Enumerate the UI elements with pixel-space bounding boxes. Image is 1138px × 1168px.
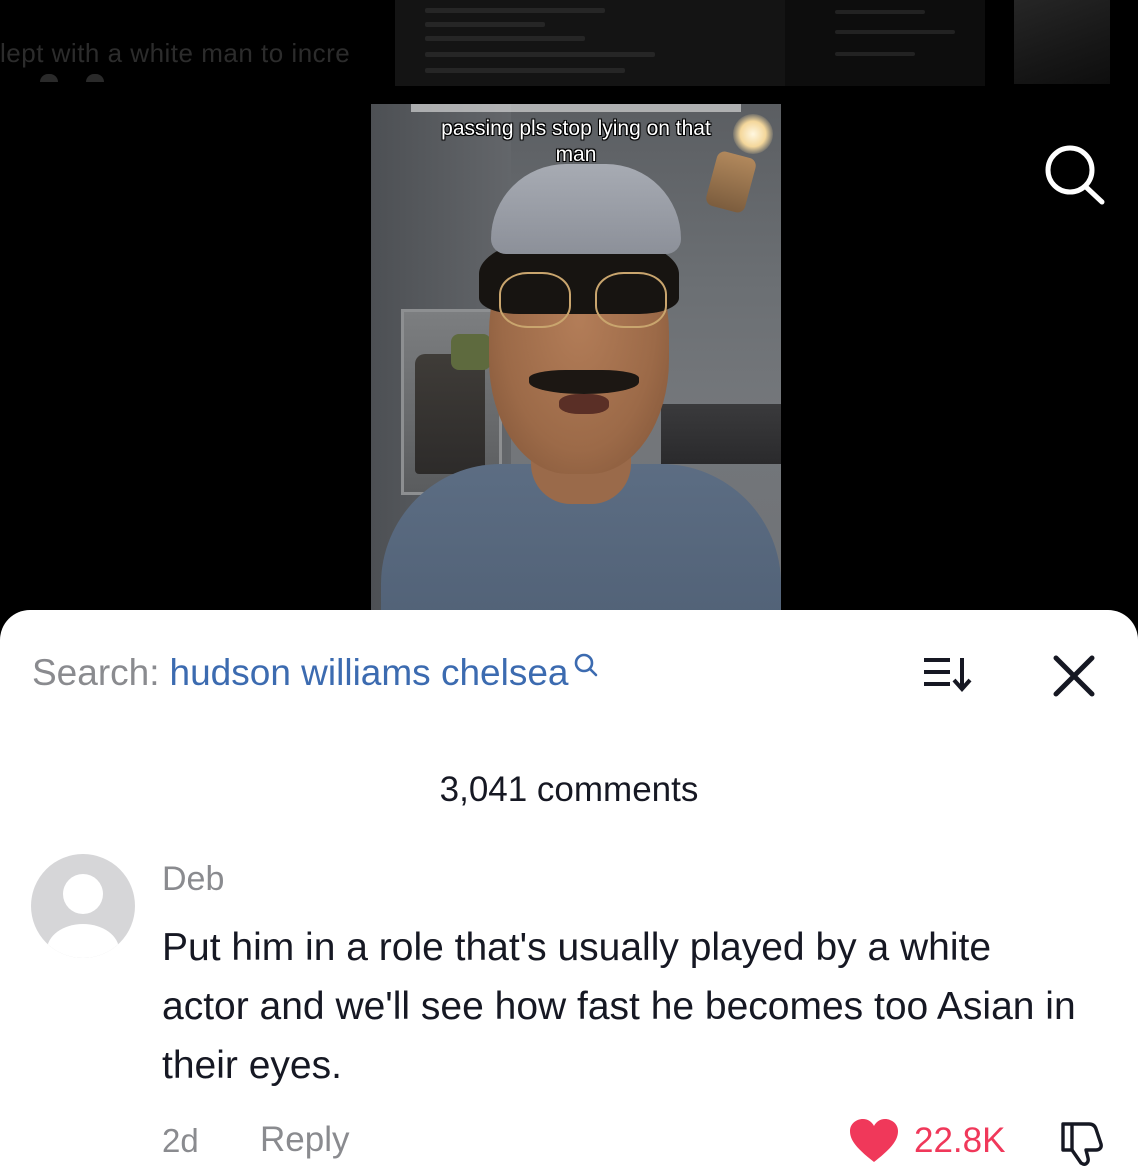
comments-sheet: Search: hudson williams chelsea 3,041 co… [0,610,1138,1168]
default-avatar-icon[interactable] [31,854,135,958]
close-icon[interactable] [1048,650,1100,702]
screen: lept with a white man to incre passing p… [0,0,1138,1168]
comment-search-bar[interactable]: Search: hudson williams chelsea [32,652,599,694]
search-term-link[interactable]: hudson williams chelsea [170,652,569,694]
video-player[interactable]: passing pls stop lying on that man [371,104,781,610]
background-post-caption: lept with a white man to incre [0,38,351,68]
video-caption: passing pls stop lying on that man [371,104,781,168]
video-caption-line-2: man [555,143,597,166]
video-person-glasses [499,272,669,328]
search-icon[interactable] [1038,140,1110,212]
like-button[interactable]: 22.8K [848,1118,1005,1164]
video-caption-line-1: passing pls stop lying on that [441,117,711,140]
thumbs-down-icon[interactable] [1057,1118,1107,1168]
background-post-panel-secondary [785,0,985,86]
sort-icon[interactable] [920,654,976,694]
background-post-thumbnail [1014,0,1110,84]
comment-timestamp: 2d [162,1122,199,1159]
search-icon[interactable] [573,652,599,678]
search-prefix-label: Search: [32,652,160,693]
heart-icon[interactable] [848,1118,900,1164]
reply-button[interactable]: Reply [260,1120,349,1160]
comment-count: 3,041 comments [439,770,699,809]
background-post-panel [395,0,785,86]
like-count: 22.8K [914,1121,1006,1160]
comment-text: Put him in a role that's usually played … [162,926,1076,1087]
comment-author[interactable]: Deb [162,860,224,899]
background-post-icons [40,74,104,82]
